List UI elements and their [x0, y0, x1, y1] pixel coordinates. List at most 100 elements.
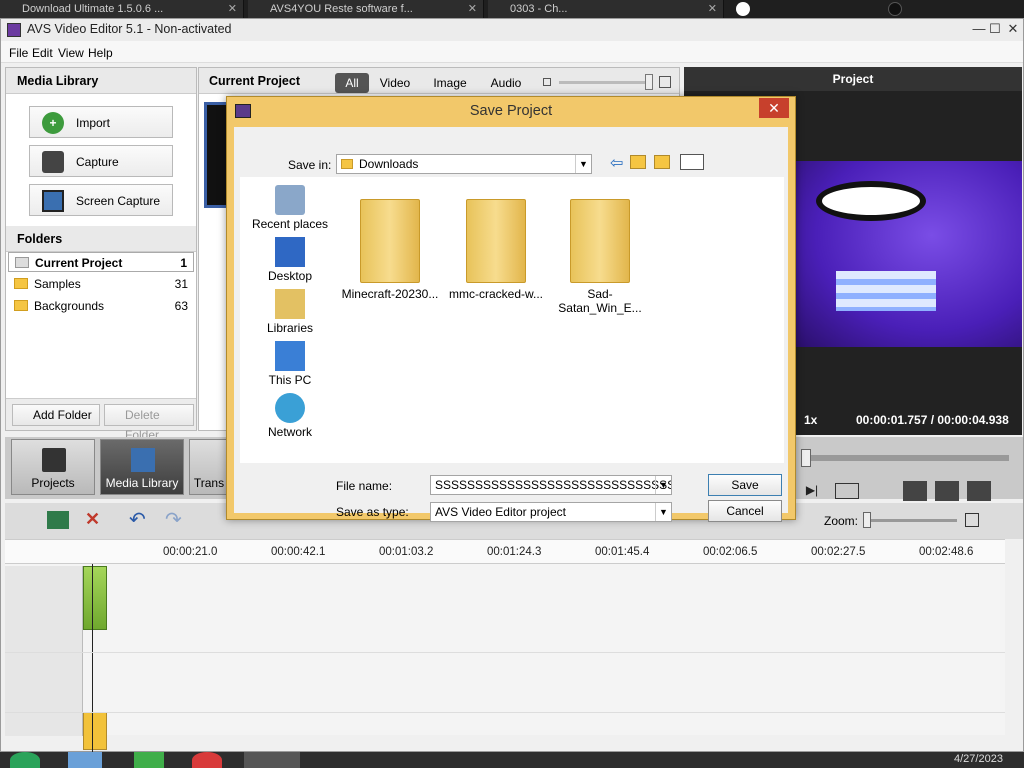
network-icon — [275, 393, 305, 423]
camera-icon — [42, 151, 64, 173]
place-libraries[interactable]: Libraries — [248, 289, 332, 335]
fullscreen-icon[interactable] — [835, 483, 859, 499]
filter-image[interactable]: Image — [427, 73, 473, 93]
projects-button[interactable]: Projects — [11, 439, 95, 495]
preview-frame — [796, 161, 1022, 347]
close-icon[interactable]: ✕ — [1005, 21, 1021, 37]
menu-help[interactable]: Help — [88, 46, 113, 60]
place-network[interactable]: Network — [248, 393, 332, 439]
menu-edit[interactable]: Edit — [32, 46, 53, 60]
menu-file[interactable]: File — [9, 46, 28, 60]
zoom-handle[interactable] — [863, 512, 871, 528]
seek-handle[interactable] — [801, 449, 811, 467]
save-in-dropdown[interactable]: Downloads ▼ — [336, 154, 592, 174]
fit-zoom-icon[interactable] — [965, 513, 979, 527]
maximize-icon[interactable]: ☐ — [987, 21, 1003, 37]
clock-date: 4/27/2023 — [954, 753, 1003, 765]
transitions-button[interactable]: Trans — [189, 439, 229, 495]
track-headers — [5, 566, 83, 736]
save-button[interactable]: Save — [708, 474, 782, 496]
save-as-type-dropdown[interactable]: AVS Video Editor project ▼ — [430, 502, 672, 522]
file-item[interactable]: mmc-cracked-w... — [444, 191, 548, 301]
zoom-label: Zoom: — [824, 514, 859, 528]
screen-capture-button[interactable]: Screen Capture — [29, 184, 173, 216]
place-desktop[interactable]: Desktop — [248, 237, 332, 283]
snapshot-icon[interactable] — [935, 481, 959, 501]
import-button[interactable]: + Import — [29, 106, 173, 138]
taskbar-app-icon[interactable] — [192, 752, 222, 768]
redo-icon[interactable]: ↷ — [165, 507, 182, 532]
start-icon[interactable] — [10, 752, 40, 768]
minimize-icon[interactable]: — — [971, 21, 987, 37]
browser-tab[interactable]: AVS4YOU Reste software f... ✕ — [248, 0, 484, 18]
new-folder-icon[interactable] — [654, 155, 670, 169]
video-clip[interactable] — [83, 566, 107, 630]
taskbar-app-icon[interactable] — [134, 752, 164, 768]
media-library-button[interactable]: Media Library — [100, 439, 184, 495]
time-display: 00:00:01.757 / 00:00:04.938 — [856, 413, 1009, 427]
time-tick: 00:00:42.1 — [271, 546, 326, 558]
preview-eye — [816, 181, 926, 221]
next-frame-icon[interactable]: ▶| — [801, 483, 823, 499]
volume-icon[interactable] — [967, 481, 991, 501]
new-tab-icon[interactable] — [736, 2, 750, 16]
filter-all[interactable]: All — [335, 73, 369, 93]
place-this-pc[interactable]: This PC — [248, 341, 332, 387]
taskbar-app-icon[interactable] — [244, 752, 300, 768]
recent-places-icon — [275, 185, 305, 215]
computer-icon — [275, 341, 305, 371]
monitor-icon[interactable] — [903, 481, 927, 501]
up-folder-icon[interactable] — [630, 155, 646, 169]
undo-icon[interactable]: ↶ — [129, 507, 146, 532]
effect-clip[interactable] — [83, 712, 107, 750]
storyboard-icon[interactable] — [47, 511, 69, 529]
file-name-input[interactable]: SSSSSSSSSSSSSSSSSSSSSSSSSSSSSSSSSS▼ — [430, 475, 672, 495]
chevron-down-icon: ▼ — [575, 155, 591, 173]
screen-icon — [42, 190, 64, 212]
filter-audio[interactable]: Audio — [485, 73, 527, 93]
capture-button[interactable]: Capture — [29, 145, 173, 177]
browser-tab[interactable]: 0303 - Ch... ✕ — [488, 0, 724, 18]
filter-video[interactable]: Video — [375, 73, 415, 93]
back-icon[interactable]: ⇦ — [610, 153, 623, 173]
delete-folder-button[interactable]: Delete Folder — [104, 404, 194, 442]
profile-icon[interactable] — [888, 2, 902, 16]
track-divider — [5, 712, 1005, 713]
time-tick: 00:00:21.0 — [163, 546, 218, 558]
file-item[interactable]: Minecraft-20230... — [338, 191, 442, 301]
add-folder-button[interactable]: Add Folder — [12, 404, 100, 426]
browser-tab-strip: Download Ultimate 1.5.0.6 ... ✕ AVS4YOU R… — [0, 0, 1024, 18]
capture-label: Capture — [76, 155, 119, 169]
folder-row[interactable]: Current Project 1 — [8, 252, 194, 272]
thumb-size-slider[interactable] — [559, 81, 651, 84]
view-menu-icon[interactable] — [680, 154, 704, 170]
seek-bar[interactable] — [801, 455, 1009, 461]
menu-view[interactable]: View — [58, 46, 84, 60]
taskbar-app-icon[interactable] — [68, 752, 102, 768]
large-thumb-icon[interactable] — [659, 76, 671, 88]
tab-title: 0303 - Ch... — [510, 3, 568, 15]
file-name-label: File name: — [336, 479, 393, 493]
chevron-down-icon: ▼ — [655, 476, 671, 494]
speed-label: 1x — [804, 413, 818, 427]
dialog-title: Save Project — [469, 103, 553, 119]
slider-handle[interactable] — [645, 74, 653, 90]
preview-header: Project — [684, 67, 1022, 91]
small-thumb-icon[interactable] — [543, 78, 551, 86]
browser-tab[interactable]: Download Ultimate 1.5.0.6 ... ✕ — [0, 0, 244, 18]
time-tick: 00:01:24.3 — [487, 546, 542, 558]
zoom-slider[interactable] — [867, 519, 957, 522]
timeline: 00:00:21.0 00:00:42.1 00:01:03.2 00:01:2… — [5, 539, 1005, 754]
time-tick: 00:01:03.2 — [379, 546, 434, 558]
folder-row[interactable]: Samples 31 — [8, 274, 194, 294]
folder-row[interactable]: Backgrounds 63 — [8, 296, 194, 316]
playhead[interactable] — [92, 564, 93, 754]
place-recent[interactable]: Recent places — [248, 185, 332, 231]
delete-icon[interactable]: ✕ — [85, 509, 100, 530]
dialog-close-icon[interactable]: ✕ — [759, 98, 789, 118]
cancel-button[interactable]: Cancel — [708, 500, 782, 522]
folder-toolbar: Add Folder Delete Folder — [6, 398, 196, 442]
libraries-icon — [275, 289, 305, 319]
folder-icon — [570, 199, 630, 283]
file-item[interactable]: Sad-Satan_Win_E... — [548, 191, 652, 315]
